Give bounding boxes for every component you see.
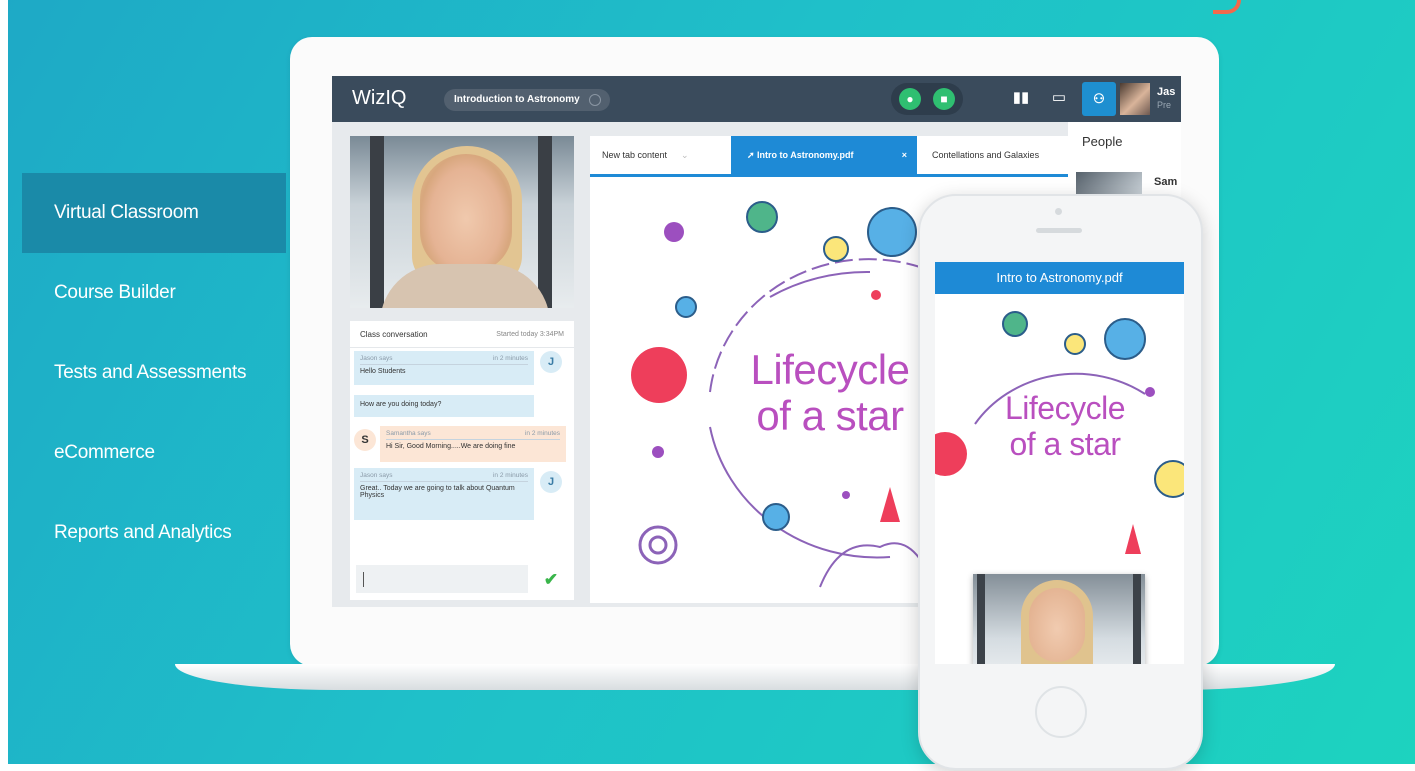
info-icon[interactable] (588, 94, 601, 106)
phone-title-line1: Lifecycle (1005, 390, 1126, 426)
camera-icon[interactable]: ■ (933, 88, 955, 110)
people-header: People (1082, 134, 1123, 149)
course-title-pill[interactable]: Introduction to Astronomy (444, 89, 610, 111)
chat-started: Started today 3:34PM (496, 330, 564, 338)
phone-speaker (1036, 228, 1082, 233)
document-title-line1: Lifecycle (750, 346, 910, 393)
phone-title-line2: of a star (1009, 426, 1121, 462)
chat-message: How are you doing today? (354, 395, 534, 417)
close-icon: × (901, 150, 907, 160)
chat-header: Class conversation Started today 3:34PM (350, 321, 574, 348)
send-check-icon[interactable]: ✔ (536, 567, 566, 593)
avatar-j: J (540, 351, 562, 373)
menu-item-course-builder[interactable]: Course Builder (22, 253, 286, 333)
screen-share-icon[interactable]: ▭ (1050, 89, 1068, 107)
menu-item-ecommerce[interactable]: eCommerce (22, 413, 286, 493)
phone-screen: Intro to Astronomy.pdf Lifecycle of a st… (935, 262, 1184, 664)
phone-frame: Intro to Astronomy.pdf Lifecycle of a st… (918, 194, 1203, 770)
chat-panel: Class conversation Started today 3:34PM … (350, 321, 574, 600)
avatar-s: S (354, 429, 376, 451)
user-name: Jas (1157, 86, 1176, 98)
phone-home-button[interactable] (1035, 686, 1087, 738)
frame-bottom (0, 764, 1415, 771)
chat-input[interactable] (356, 565, 528, 593)
tab-intro-astronomy[interactable]: ➚ Intro to Astronomy.pdf × (731, 136, 917, 174)
media-controls: ● ■ (891, 83, 963, 115)
menu-item-reports-analytics[interactable]: Reports and Analytics (22, 493, 286, 573)
top-bar: WizIQ Introduction to Astronomy ● ■ ▮▮ ▭… (332, 76, 1181, 122)
user-avatar[interactable] (1120, 83, 1150, 115)
participant-name: Sam (1154, 176, 1178, 188)
menu-item-tests-assessments[interactable]: Tests and Assessments (22, 333, 286, 413)
phone-camera (1055, 208, 1062, 215)
chat-message: Jason says in 2 minutes Hello Students (354, 351, 534, 385)
document-title-line2: of a star (756, 392, 904, 439)
phone-presenter-video (973, 574, 1145, 664)
course-title: Introduction to Astronomy (454, 94, 580, 105)
avatar-j: J (540, 471, 562, 493)
user-role: Pre (1157, 100, 1172, 110)
chat-message: Samantha says in 2 minutes Hi Sir, Good M… (380, 426, 566, 462)
layout-icon[interactable]: ▮▮ (1012, 89, 1030, 107)
wiziq-logo: WizIQ (352, 87, 407, 109)
people-icon[interactable]: ⚇ (1082, 82, 1116, 116)
microphone-icon[interactable]: ● (899, 88, 921, 110)
presenter-video (350, 136, 574, 308)
feature-menu: Virtual Classroom Course Builder Tests a… (22, 173, 286, 573)
phone-file-title: Intro to Astronomy.pdf (935, 262, 1184, 294)
tab-constellations[interactable]: Contellations and Galaxies (932, 136, 1072, 174)
frame-edge (0, 0, 8, 771)
chat-title: Class conversation (360, 329, 428, 339)
tab-new-tab-content[interactable]: New tab content ⌄ (602, 136, 712, 174)
corner-mark (1213, 0, 1241, 14)
chat-message: Jason says in 2 minutes Great.. Today we … (354, 468, 534, 520)
menu-item-virtual-classroom[interactable]: Virtual Classroom (22, 173, 286, 253)
